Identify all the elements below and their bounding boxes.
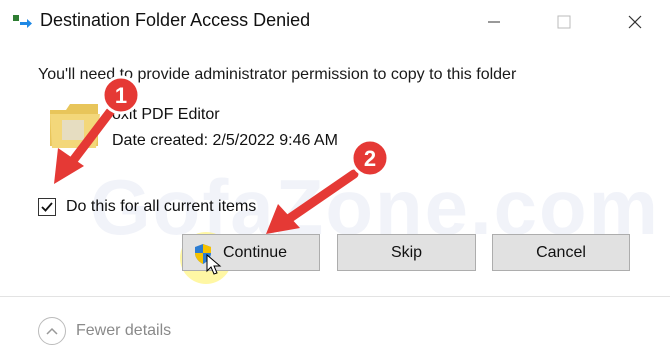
annotation-badge-2: 2 — [350, 138, 390, 178]
copy-files-icon — [13, 15, 32, 28]
chevron-up-icon — [38, 317, 66, 345]
apply-all-row[interactable]: Do this for all current items — [38, 196, 256, 218]
continue-button[interactable]: Continue — [182, 234, 320, 271]
maximize-button[interactable] — [529, 0, 599, 44]
skip-button[interactable]: Skip — [337, 234, 476, 271]
annotation-overlay: 1 2 — [54, 75, 390, 234]
title-bar: Destination Folder Access Denied — [0, 0, 670, 44]
continue-label: Continue — [222, 243, 288, 261]
window-title: Destination Folder Access Denied — [40, 10, 311, 30]
folder-icon — [50, 104, 100, 148]
minimize-icon — [488, 21, 500, 23]
file-date-created: Date created: 2/5/2022 9:46 AM — [112, 132, 338, 149]
checkmark-icon — [41, 202, 53, 212]
file-name: oxit PDF Editor — [112, 106, 220, 123]
divider — [0, 296, 670, 297]
badge-1-text: 1 — [115, 83, 127, 108]
cancel-button[interactable]: Cancel — [492, 234, 630, 271]
mouse-cursor-icon — [206, 254, 222, 275]
apply-all-checkbox[interactable] — [38, 198, 56, 216]
minimize-button[interactable] — [459, 0, 529, 44]
maximize-icon — [557, 15, 571, 29]
close-button[interactable] — [600, 0, 670, 44]
badge-2-text: 2 — [364, 146, 376, 171]
close-icon — [628, 15, 642, 29]
annotation-arrow-2 — [266, 169, 359, 234]
fewer-details-label[interactable]: Fewer details — [76, 322, 171, 340]
fewer-details-toggle[interactable]: Fewer details — [38, 316, 171, 346]
apply-all-label[interactable]: Do this for all current items — [66, 198, 256, 216]
dialog-heading: You'll need to provide administrator per… — [38, 66, 517, 83]
